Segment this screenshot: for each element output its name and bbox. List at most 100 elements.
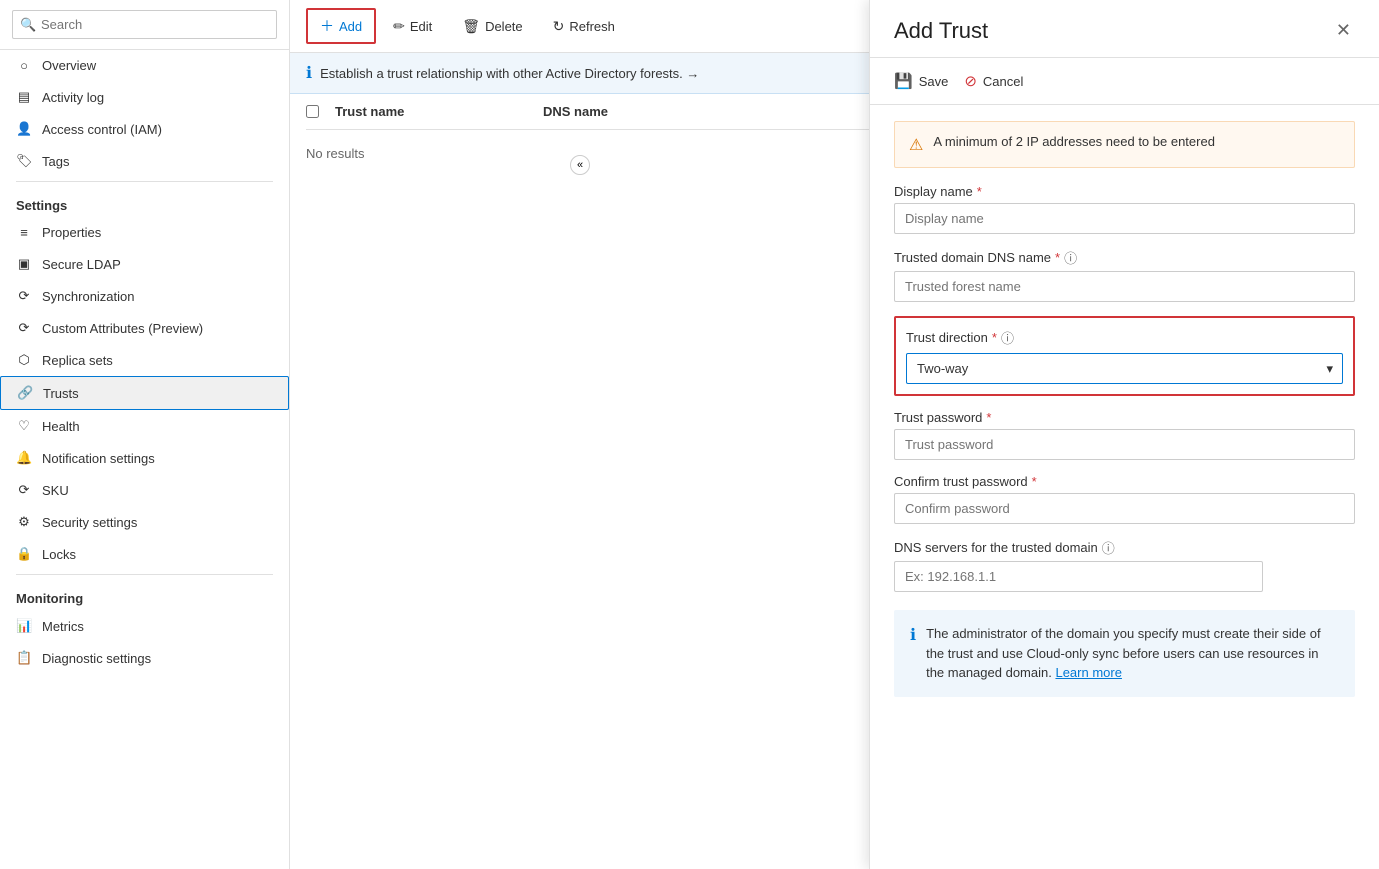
refresh-button[interactable]: ↻ Refresh	[540, 11, 628, 42]
edit-icon: ✏	[393, 18, 405, 35]
sidebar-item-notification-settings[interactable]: 🔔 Notification settings	[0, 442, 289, 474]
sidebar-item-label: Custom Attributes (Preview)	[42, 321, 203, 336]
confirm-password-required: *	[1032, 474, 1037, 489]
sidebar-item-label: Metrics	[42, 619, 84, 634]
trust-password-input[interactable]	[894, 429, 1355, 460]
monitoring-section-title: Monitoring	[0, 579, 289, 610]
sidebar-item-label: Security settings	[42, 515, 137, 530]
sidebar-item-custom-attributes[interactable]: ⟳Custom Attributes (Preview)	[0, 312, 289, 344]
add-trust-panel: Add Trust ✕ 💾 Save ⊘ Cancel ⚠ A minimum …	[869, 0, 1379, 869]
save-icon: 💾	[894, 72, 913, 90]
trust-info-box: ℹ The administrator of the domain you sp…	[894, 610, 1355, 697]
delete-icon: 🗑	[462, 18, 480, 35]
overview-icon: ○	[16, 58, 32, 73]
panel-toolbar: 💾 Save ⊘ Cancel	[870, 58, 1379, 105]
display-name-label: Display name *	[894, 184, 1355, 199]
sidebar-item-label: Trusts	[43, 386, 79, 401]
add-button[interactable]: ＋ Add	[306, 8, 376, 44]
metrics-icon: 📊	[16, 618, 32, 634]
info-box-icon: ℹ	[910, 625, 916, 645]
trusted-domain-label: Trusted domain DNS name * ⓘ	[894, 248, 1355, 267]
cancel-button[interactable]: ⊘ Cancel	[964, 68, 1023, 94]
warning-text: A minimum of 2 IP addresses need to be e…	[933, 134, 1215, 149]
sidebar-item-trusts[interactable]: 🔗 Trusts	[0, 376, 289, 410]
trust-direction-group: Trust direction * ⓘ Two-wayOne-way: inco…	[894, 316, 1355, 396]
divider-settings	[16, 181, 273, 182]
properties-icon: ≡	[16, 225, 32, 240]
sidebar-item-access-control[interactable]: 👤Access control (IAM)	[0, 113, 289, 145]
sidebar-item-health[interactable]: ♡Health	[0, 410, 289, 442]
trust-direction-required: *	[992, 330, 997, 345]
diagnostic-settings-icon: 📋	[16, 650, 32, 666]
col-dns-name-header: DNS name	[543, 104, 743, 119]
trust-direction-select-wrap: Two-wayOne-way: incomingOne-way: outgoin…	[906, 353, 1343, 384]
sidebar-item-tags[interactable]: 🏷Tags	[0, 145, 289, 177]
save-button[interactable]: 💾 Save	[894, 68, 948, 94]
sidebar-item-label: Activity log	[42, 90, 104, 105]
sidebar-item-metrics[interactable]: 📊 Metrics	[0, 610, 289, 642]
add-label: Add	[339, 19, 362, 34]
locks-icon: 🔒	[16, 546, 32, 562]
dns-servers-info-icon[interactable]: ⓘ	[1102, 538, 1115, 557]
cancel-label: Cancel	[983, 74, 1023, 89]
sidebar-item-properties[interactable]: ≡ Properties	[0, 217, 289, 248]
confirm-password-input[interactable]	[894, 493, 1355, 524]
search-section: 🔍	[0, 0, 289, 50]
sidebar-item-label: Properties	[42, 225, 101, 240]
learn-more-link[interactable]: Learn more	[1055, 665, 1121, 680]
sidebar-item-label: Synchronization	[42, 289, 135, 304]
refresh-label: Refresh	[569, 19, 615, 34]
sidebar-item-secure-ldap[interactable]: ▣Secure LDAP	[0, 248, 289, 280]
sidebar-item-label: Locks	[42, 547, 76, 562]
col-trust-name-header: Trust name	[335, 104, 535, 119]
trusted-domain-input[interactable]	[894, 271, 1355, 302]
notification-settings-icon: 🔔	[16, 450, 32, 466]
panel-close-button[interactable]: ✕	[1332, 16, 1355, 45]
info-box-text: The administrator of the domain you spec…	[926, 624, 1339, 683]
sidebar-item-overview[interactable]: ○Overview	[0, 50, 289, 81]
collapse-sidebar-button[interactable]: «	[570, 155, 590, 175]
sidebar-item-label: Health	[42, 419, 80, 434]
refresh-icon: ↻	[553, 18, 565, 35]
sku-icon: ⟳	[16, 482, 32, 498]
trust-direction-info-icon[interactable]: ⓘ	[1001, 328, 1014, 347]
sidebar-item-diagnostic-settings[interactable]: 📋Diagnostic settings	[0, 642, 289, 674]
edit-button[interactable]: ✏ Edit	[380, 11, 445, 42]
dns-servers-input[interactable]	[894, 561, 1263, 592]
delete-button[interactable]: 🗑 Delete	[449, 11, 535, 42]
trust-password-label: Trust password *	[894, 410, 1355, 425]
sidebar-item-replica-sets[interactable]: ⬡Replica sets	[0, 344, 289, 376]
confirm-password-label: Confirm trust password *	[894, 474, 1355, 489]
trusts-icon: 🔗	[17, 385, 33, 401]
cancel-icon: ⊘	[964, 72, 977, 90]
sidebar-settings-items: ≡Properties▣Secure LDAP⟳Synchronization⟳…	[0, 217, 289, 570]
edit-label: Edit	[410, 19, 432, 34]
sidebar-item-activity-log[interactable]: ▤ Activity log	[0, 81, 289, 113]
delete-label: Delete	[485, 19, 523, 34]
warning-box: ⚠ A minimum of 2 IP addresses need to be…	[894, 121, 1355, 168]
sidebar-item-locks[interactable]: 🔒 Locks	[0, 538, 289, 570]
trusted-domain-info-icon[interactable]: ⓘ	[1064, 248, 1077, 267]
display-name-group: Display name *	[894, 184, 1355, 234]
sidebar-item-label: Notification settings	[42, 451, 155, 466]
select-all-checkbox[interactable]	[306, 105, 319, 118]
divider-monitoring	[16, 574, 273, 575]
sidebar-item-label: Replica sets	[42, 353, 113, 368]
sidebar-item-synchronization[interactable]: ⟳Synchronization	[0, 280, 289, 312]
trust-direction-select[interactable]: Two-wayOne-way: incomingOne-way: outgoin…	[906, 353, 1343, 384]
activity-log-icon: ▤	[16, 89, 32, 105]
sidebar-item-security-settings[interactable]: ⚙Security settings	[0, 506, 289, 538]
panel-header: Add Trust ✕	[870, 0, 1379, 58]
dns-servers-group: DNS servers for the trusted domain ⓘ	[894, 538, 1355, 592]
sidebar-item-sku[interactable]: ⟳ SKU	[0, 474, 289, 506]
sidebar-item-label: SKU	[42, 483, 69, 498]
settings-section-title: Settings	[0, 186, 289, 217]
warning-icon: ⚠	[909, 135, 923, 155]
display-name-required: *	[977, 184, 982, 199]
sidebar: 🔍 ○Overview ▤ Activity log 👤Access control …	[0, 0, 290, 869]
info-banner-text: Establish a trust relationship with othe…	[320, 66, 699, 81]
search-input[interactable]	[12, 10, 277, 39]
display-name-input[interactable]	[894, 203, 1355, 234]
trusted-domain-required: *	[1055, 250, 1060, 265]
sidebar-monitoring-items: 📊 Metrics 📋Diagnostic settings	[0, 610, 289, 674]
